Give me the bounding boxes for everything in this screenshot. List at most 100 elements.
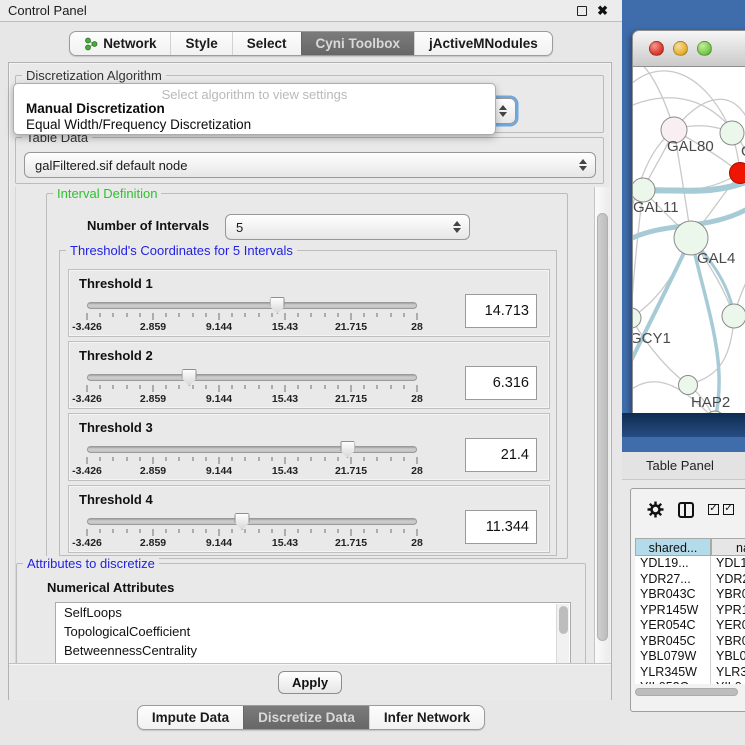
table-cell: YBR0 bbox=[711, 587, 745, 603]
network-node-c[interactable] bbox=[730, 163, 745, 184]
table-row[interactable]: YBR045CYBR0 bbox=[635, 634, 745, 650]
table-cell: YBR043C bbox=[635, 587, 711, 603]
table-row[interactable]: YIL052CYIL0 bbox=[635, 680, 745, 684]
tick-mark bbox=[192, 313, 193, 317]
combo-stepper-icon bbox=[453, 221, 461, 233]
tick-mark bbox=[139, 313, 140, 317]
tick-label: 2.859 bbox=[140, 393, 166, 405]
tab-discretize-data[interactable]: Discretize Data bbox=[243, 706, 369, 729]
gear-icon[interactable] bbox=[647, 501, 664, 518]
threshold-slider[interactable]: -3.4262.8599.14415.4321.71528 bbox=[83, 370, 421, 406]
network-node-h[interactable] bbox=[722, 304, 745, 328]
tab-network[interactable]: Network bbox=[70, 32, 170, 55]
threshold-value-field[interactable]: 21.4 bbox=[465, 438, 537, 472]
tab-cyni-toolbox[interactable]: Cyni Toolbox bbox=[301, 32, 415, 55]
threshold-value-field[interactable]: 11.344 bbox=[465, 510, 537, 544]
threshold-value-field[interactable]: 14.713 bbox=[465, 294, 537, 328]
main-scrollbar[interactable] bbox=[594, 187, 610, 663]
threshold-value-field[interactable]: 6.316 bbox=[465, 366, 537, 400]
tick-mark bbox=[324, 313, 325, 317]
tick-mark bbox=[192, 385, 193, 389]
network-edge[interactable] bbox=[633, 318, 688, 385]
tick-label: 15.43 bbox=[272, 537, 298, 549]
tick-mark bbox=[245, 457, 246, 461]
tab-infer-network[interactable]: Infer Network bbox=[369, 706, 484, 729]
slider-track[interactable] bbox=[87, 374, 417, 381]
scrollbar-thumb[interactable] bbox=[635, 688, 738, 696]
algorithm-option[interactable]: Manual Discretization bbox=[14, 101, 495, 117]
attributes-listbox[interactable]: SelfLoopsTopologicalCoefficientBetweenne… bbox=[55, 602, 571, 663]
table-hscrollbar[interactable] bbox=[635, 688, 745, 697]
scrollbar-thumb[interactable] bbox=[559, 606, 568, 634]
slider-thumb[interactable] bbox=[270, 297, 285, 314]
attributes-scrollbar[interactable] bbox=[556, 604, 569, 663]
slider-thumb[interactable] bbox=[182, 369, 197, 386]
attribute-list-item[interactable]: BetweennessCentrality bbox=[56, 641, 570, 660]
tick-mark bbox=[364, 313, 365, 317]
tab-impute-data[interactable]: Impute Data bbox=[138, 706, 243, 729]
table-row[interactable]: YDR27...YDR2 bbox=[635, 572, 745, 588]
slider-thumb[interactable] bbox=[235, 513, 250, 530]
split-columns-icon[interactable] bbox=[678, 502, 694, 518]
threshold-slider[interactable]: -3.4262.8599.14415.4321.71528 bbox=[83, 298, 421, 334]
tab-select[interactable]: Select bbox=[232, 32, 301, 55]
column-header[interactable]: shared... bbox=[635, 538, 711, 556]
column-header[interactable]: na bbox=[711, 538, 745, 556]
network-node-ga[interactable] bbox=[720, 121, 744, 145]
tick-label: 9.144 bbox=[206, 321, 232, 333]
checkbox-icon[interactable]: ✓ bbox=[723, 504, 734, 515]
network-edge-thick[interactable] bbox=[633, 238, 691, 367]
table-row[interactable]: YLR345WYLR3 bbox=[635, 665, 745, 681]
table-data-combobox[interactable]: galFiltered.sif default node bbox=[24, 152, 596, 178]
table-row[interactable]: YDL19...YDL1 bbox=[635, 556, 745, 572]
threshold-slider[interactable]: -3.4262.8599.14415.4321.71528 bbox=[83, 442, 421, 478]
slider-track[interactable] bbox=[87, 446, 417, 453]
tab-style[interactable]: Style bbox=[170, 32, 231, 55]
network-node-hap2[interactable] bbox=[679, 376, 698, 395]
table-row[interactable]: YBR043CYBR0 bbox=[635, 587, 745, 603]
table-row[interactable]: YER054CYER0 bbox=[635, 618, 745, 634]
table-row[interactable]: YBL079WYBL0 bbox=[635, 649, 745, 665]
tick-mark bbox=[285, 385, 286, 392]
table-cell: YDR27... bbox=[635, 572, 711, 588]
slider-track[interactable] bbox=[87, 518, 417, 525]
float-window-icon[interactable] bbox=[577, 6, 587, 16]
attribute-list-item[interactable]: TopologicalCoefficient bbox=[56, 622, 570, 641]
tick-label: 21.715 bbox=[335, 393, 367, 405]
scrollbar-thumb[interactable] bbox=[597, 213, 608, 641]
tick-label: 9.144 bbox=[206, 465, 232, 477]
tick-label: 21.715 bbox=[335, 321, 367, 333]
network-canvas[interactable]: GAL80GACGAL11GAL4GCY1HHAP2 bbox=[632, 67, 745, 413]
attributes-group: Attributes to discretize Numerical Attri… bbox=[16, 563, 586, 663]
close-traffic-light-icon[interactable] bbox=[649, 41, 664, 56]
slider-track[interactable] bbox=[87, 302, 417, 309]
threshold-slider[interactable]: -3.4262.8599.14415.4321.71528 bbox=[83, 514, 421, 550]
tick-label: 2.859 bbox=[140, 321, 166, 333]
apply-button[interactable]: Apply bbox=[278, 671, 342, 694]
algorithm-option[interactable]: Equal Width/Frequency Discretization bbox=[14, 117, 495, 133]
close-icon[interactable]: ✖ bbox=[597, 3, 608, 19]
tick-mark bbox=[377, 529, 378, 533]
algorithm-placeholder: Select algorithm to view settings bbox=[14, 84, 495, 101]
slider-thumb[interactable] bbox=[340, 441, 355, 458]
tick-mark bbox=[126, 529, 127, 533]
zoom-traffic-light-icon[interactable] bbox=[697, 41, 712, 56]
tab-jactivemnodules[interactable]: jActiveMNodules bbox=[414, 32, 552, 55]
slider-ticks bbox=[87, 385, 417, 393]
threshold-label: Threshold 3 bbox=[79, 420, 153, 435]
tick-mark bbox=[219, 313, 220, 320]
network-graph[interactable]: GAL80GACGAL11GAL4GCY1HHAP2 bbox=[633, 67, 745, 413]
number-of-intervals-combobox[interactable]: 5 bbox=[225, 214, 470, 240]
table-toolbar: ✓ ✓ bbox=[631, 489, 745, 530]
threshold-panel: Threshold 4-3.4262.8599.14415.4321.71528… bbox=[68, 485, 550, 553]
checkbox-icon[interactable]: ✓ bbox=[708, 504, 719, 515]
tick-mark bbox=[87, 457, 88, 464]
table-row[interactable]: YPR145WYPR1 bbox=[635, 603, 745, 619]
table-cell: YPR145W bbox=[635, 603, 711, 619]
minimize-traffic-light-icon[interactable] bbox=[673, 41, 688, 56]
tick-mark bbox=[166, 457, 167, 461]
tick-label: 28 bbox=[411, 465, 423, 477]
tick-mark bbox=[100, 313, 101, 317]
tick-mark bbox=[153, 313, 154, 320]
attribute-list-item[interactable]: SelfLoops bbox=[56, 603, 570, 622]
